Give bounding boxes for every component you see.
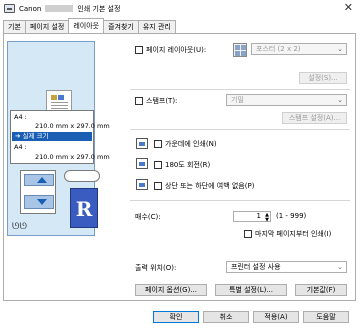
copies-range: (1 - 999) — [276, 212, 307, 220]
page-layout-select[interactable]: 포스터 (2 x 2) ⌄ — [251, 43, 347, 55]
page-layout-label: 페이지 레이아웃(U): — [146, 46, 207, 54]
output-select[interactable]: 프린터 설정 사용 ⌄ — [226, 261, 347, 273]
page-layout-settings-button[interactable]: 설정(S)... — [299, 72, 347, 84]
chevron-down-icon: ⌄ — [337, 96, 343, 104]
chevron-down-icon: ⌄ — [337, 45, 343, 53]
source-size-label: A4 : — [14, 113, 27, 121]
center-print-label: 가운데에 인쇄(N) — [165, 140, 217, 148]
orientation-preview: R ᘎᘎ — [10, 166, 100, 236]
last-page-first-checkbox[interactable] — [244, 230, 252, 238]
rotate180-option[interactable]: 180도 회전(R) — [154, 160, 210, 170]
margin-icon — [136, 179, 148, 190]
divider — [130, 200, 350, 201]
arrow-down-icon — [37, 199, 47, 205]
ok-button[interactable]: 확인 — [153, 311, 199, 323]
lower-tray — [24, 195, 54, 209]
rotate-icon — [136, 158, 148, 169]
tab-maintenance[interactable]: 유지 관리 — [137, 20, 176, 33]
cancel-button[interactable]: 취소 — [203, 311, 249, 323]
arrow-up-icon — [37, 177, 47, 183]
rotate180-label: 180도 회전(R) — [165, 161, 211, 169]
layout-preview-icon — [233, 43, 247, 57]
no-margin-checkbox[interactable] — [154, 182, 162, 190]
tab-basic[interactable]: 기본 — [3, 20, 26, 33]
preview-image-block — [58, 95, 64, 100]
printer-icon — [20, 170, 56, 214]
stamp-select[interactable]: 기밀 ⌄ — [226, 94, 347, 106]
last-page-first-label: 마지막 페이지부터 인쇄(I) — [255, 230, 332, 238]
stamp-settings-button[interactable]: 스탬프 설정(A)... — [282, 112, 347, 124]
stamp-option[interactable]: 스탬프(T): — [135, 96, 177, 106]
tab-layout[interactable]: 레이아웃 — [68, 18, 105, 33]
scale-mode-selected[interactable]: ➔ 실제 크기 — [12, 132, 92, 141]
tab-favorites[interactable]: 즐겨찾기 — [103, 20, 139, 33]
divider — [130, 89, 350, 90]
page-layout-checkbox[interactable] — [135, 46, 143, 54]
defaults-button[interactable]: 기본값(F) — [295, 284, 347, 296]
rotate180-checkbox[interactable] — [154, 161, 162, 169]
page-options-button[interactable]: 페이지 옵션(G)... — [135, 284, 207, 296]
source-size-dimensions: 210.0 mm x 297.0 mm — [35, 122, 110, 130]
glasses-icon: ᘎᘎ — [12, 222, 27, 232]
output-label: 출력 위치(O): — [135, 264, 177, 272]
close-icon[interactable]: ✕ — [344, 2, 353, 14]
paper-size-info: A4 : 210.0 mm x 297.0 mm ➔ 실제 크기 A4 : 21… — [10, 110, 110, 164]
orientation-icon: R — [70, 188, 98, 228]
help-button[interactable]: 도움말 — [303, 311, 349, 323]
paper-roll-icon — [64, 170, 100, 182]
divider — [130, 129, 350, 130]
window-title: Canon 인쇄 기본 설정 — [19, 4, 121, 13]
stamp-checkbox[interactable] — [135, 97, 143, 105]
last-page-first-option[interactable]: 마지막 페이지부터 인쇄(I) — [244, 229, 331, 239]
copies-value[interactable]: 1 — [257, 212, 261, 220]
stamp-label: 스탬프(T): — [146, 97, 178, 105]
no-margin-option[interactable]: 상단 또는 하단에 여백 없음(P) — [154, 181, 254, 191]
chevron-down-icon: ⌄ — [337, 263, 343, 271]
center-print-checkbox[interactable] — [154, 140, 162, 148]
upper-tray — [24, 174, 54, 186]
center-print-option[interactable]: 가운데에 인쇄(N) — [154, 139, 217, 149]
preview-image-block — [51, 95, 57, 100]
output-size-label: A4 : — [14, 143, 27, 151]
printer-app-icon — [4, 4, 15, 13]
redacted-model-name — [45, 5, 74, 12]
page-layout-option[interactable]: 페이지 레이아웃(U): — [135, 45, 206, 55]
center-print-icon — [136, 138, 148, 149]
special-settings-button[interactable]: 특별 설정(L)... — [215, 284, 287, 296]
copies-label: 매수(C): — [135, 213, 161, 221]
title-bar: Canon 인쇄 기본 설정 ✕ — [0, 0, 359, 17]
output-size-dimensions: 210.0 mm x 297.0 mm — [35, 153, 110, 161]
no-margin-label: 상단 또는 하단에 여백 없음(P) — [165, 182, 255, 190]
tab-bar: 기본 페이지 설정 레이아웃 즐겨찾기 유지 관리 — [3, 18, 176, 34]
copies-spinner[interactable]: 1 ▲ ▼ — [233, 211, 271, 225]
apply-button[interactable]: 적용(A) — [253, 311, 299, 323]
spin-down-icon[interactable]: ▼ — [265, 216, 269, 225]
tab-page-setup[interactable]: 페이지 설정 — [24, 20, 70, 33]
